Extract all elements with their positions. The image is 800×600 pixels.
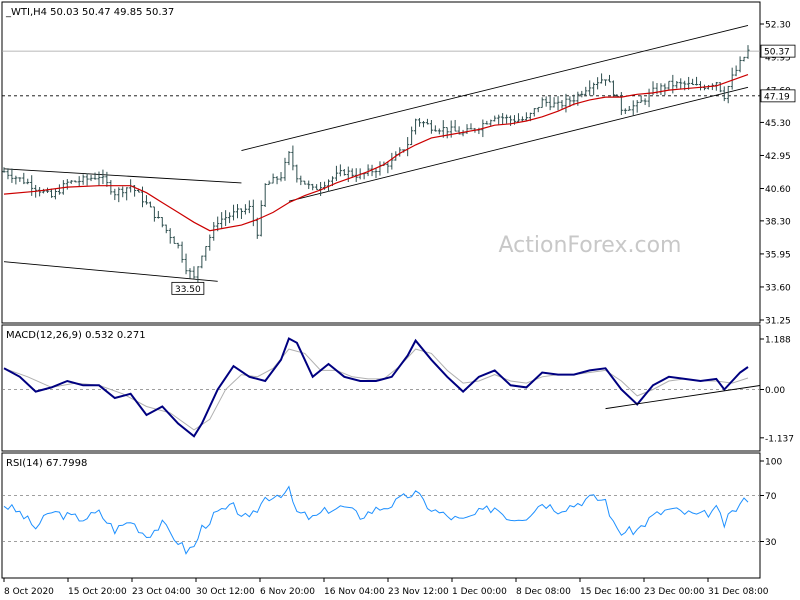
rsi-tick-label: 70 [765, 492, 777, 502]
time-tick-label: 15 Oct 20:00 [68, 587, 127, 597]
low-value: 33.50 [175, 285, 201, 295]
time-tick-label: 23 Nov 12:00 [388, 587, 449, 597]
time-tick-label: 23 Oct 04:00 [132, 587, 191, 597]
time-tick-label: 30 Oct 12:00 [196, 587, 255, 597]
time-tick-label: 15 Dec 16:00 [580, 587, 641, 597]
wti-h4-chart: ActionForex.com _WTI,H4 50.03 50.47 49.8… [0, 0, 800, 600]
time-tick-label: 8 Dec 08:00 [516, 587, 571, 597]
macd-tick-label: 0.00 [765, 386, 785, 396]
price-tick-label: 42.95 [765, 152, 791, 162]
support-level-value: 47.19 [764, 92, 790, 102]
time-tick-label: 6 Nov 20:00 [260, 587, 315, 597]
price-tick-label: 45.30 [765, 119, 791, 129]
time-tick-label: 1 Dec 00:00 [452, 587, 507, 597]
price-tick-label: 35.95 [765, 250, 791, 260]
macd-tick-label: -1.137 [765, 434, 794, 444]
watermark: ActionForex.com [499, 233, 682, 258]
price-tick-label: 38.30 [765, 217, 791, 227]
price-tick-label: 52.30 [765, 21, 791, 31]
price-tick-label: 40.60 [765, 185, 791, 195]
price-tick-label: 33.60 [765, 283, 791, 293]
time-tick-label: 16 Nov 04:00 [324, 587, 385, 597]
time-tick-label: 8 Oct 2020 [4, 587, 54, 597]
time-tick-label: 31 Dec 08:00 [708, 587, 769, 597]
price-title: _WTI,H4 50.03 50.47 49.85 50.37 [5, 7, 174, 18]
macd-tick-label: 1.188 [765, 336, 791, 346]
rsi-title: RSI(14) 67.7998 [6, 458, 87, 469]
rsi-tick-label: 100 [765, 458, 782, 468]
time-tick-label: 23 Dec 00:00 [644, 587, 705, 597]
rsi-tick-label: 30 [765, 538, 777, 548]
macd-title: MACD(12,26,9) 0.532 0.271 [6, 330, 146, 341]
price-tick-label: 31.25 [765, 317, 791, 327]
current-price-value: 50.37 [764, 48, 790, 58]
